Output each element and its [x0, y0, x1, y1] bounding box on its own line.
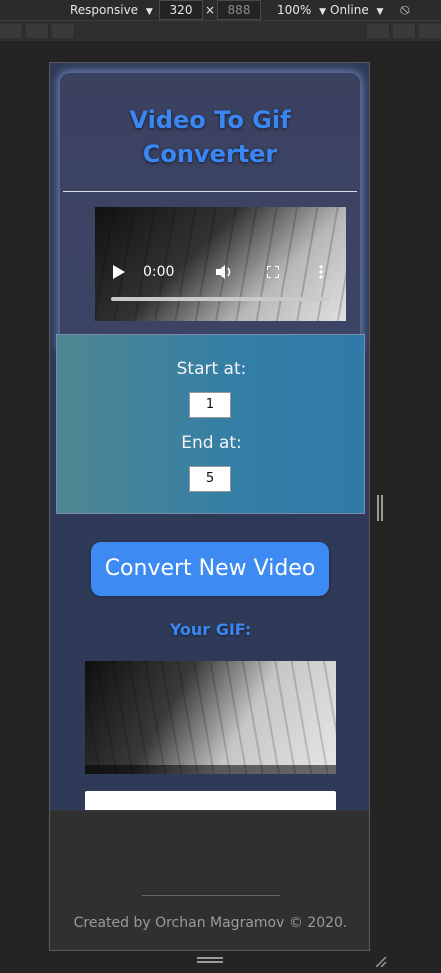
more-options-icon[interactable] — [319, 265, 323, 279]
device-mode-label: Responsive — [70, 3, 139, 17]
rotate-icon[interactable]: ⦸ — [400, 1, 410, 17]
fullscreen-icon[interactable] — [267, 266, 279, 278]
trim-settings-panel: Start at: 1 End at: 5 — [56, 334, 365, 514]
footer-credit: Created by Orchan Magramov © 2020. — [73, 915, 348, 931]
zoom-label: 100% — [277, 3, 312, 17]
page-footer: Created by Orchan Magramov © 2020. — [50, 810, 369, 950]
end-label: End at: — [181, 433, 242, 453]
network-label: Online — [330, 3, 369, 17]
chevron-down-icon: ▼ — [145, 7, 153, 17]
viewport-width-resize-handle[interactable] — [377, 495, 383, 521]
dimension-separator: × — [205, 3, 216, 17]
emulated-viewport: Video To Gif Converter 0:00 Start at: 1 … — [49, 62, 370, 951]
video-progress-bar[interactable] — [111, 297, 330, 301]
zoom-select[interactable]: 100% ▼ — [277, 2, 326, 20]
converter-card: Video To Gif Converter 0:00 — [60, 73, 360, 353]
gif-caption-strip — [85, 765, 336, 774]
video-player[interactable]: 0:00 — [95, 207, 346, 321]
resize-corner-icon[interactable] — [374, 955, 386, 967]
viewport-height-input[interactable]: 888 — [217, 0, 261, 20]
play-icon[interactable] — [113, 265, 125, 279]
footer-divider — [142, 895, 280, 896]
network-throttle-select[interactable]: Online ▼ — [330, 2, 383, 20]
gif-preview-image — [85, 661, 336, 774]
chevron-down-icon: ▼ — [319, 7, 327, 17]
devtools-toolbar: Responsive ▼ 320 × 888 100% ▼ Online ▼ ⦸ — [0, 0, 441, 20]
title-divider — [63, 191, 357, 192]
end-time-input[interactable]: 5 — [189, 466, 231, 492]
volume-icon[interactable] — [216, 264, 234, 280]
start-label: Start at: — [176, 359, 247, 379]
page-title: Video To Gif Converter — [129, 106, 291, 168]
video-time: 0:00 — [143, 264, 175, 280]
viewport-width-input[interactable]: 320 — [159, 0, 203, 20]
viewport-height-resize-handle[interactable] — [197, 957, 223, 963]
start-time-input[interactable]: 1 — [189, 392, 231, 418]
chevron-down-icon: ▼ — [376, 7, 384, 17]
device-mode-select[interactable]: Responsive ▼ — [70, 2, 153, 20]
media-query-ruler — [0, 20, 441, 41]
convert-new-video-button[interactable]: Convert New Video — [91, 542, 329, 596]
gif-heading: Your GIF: — [169, 620, 252, 639]
